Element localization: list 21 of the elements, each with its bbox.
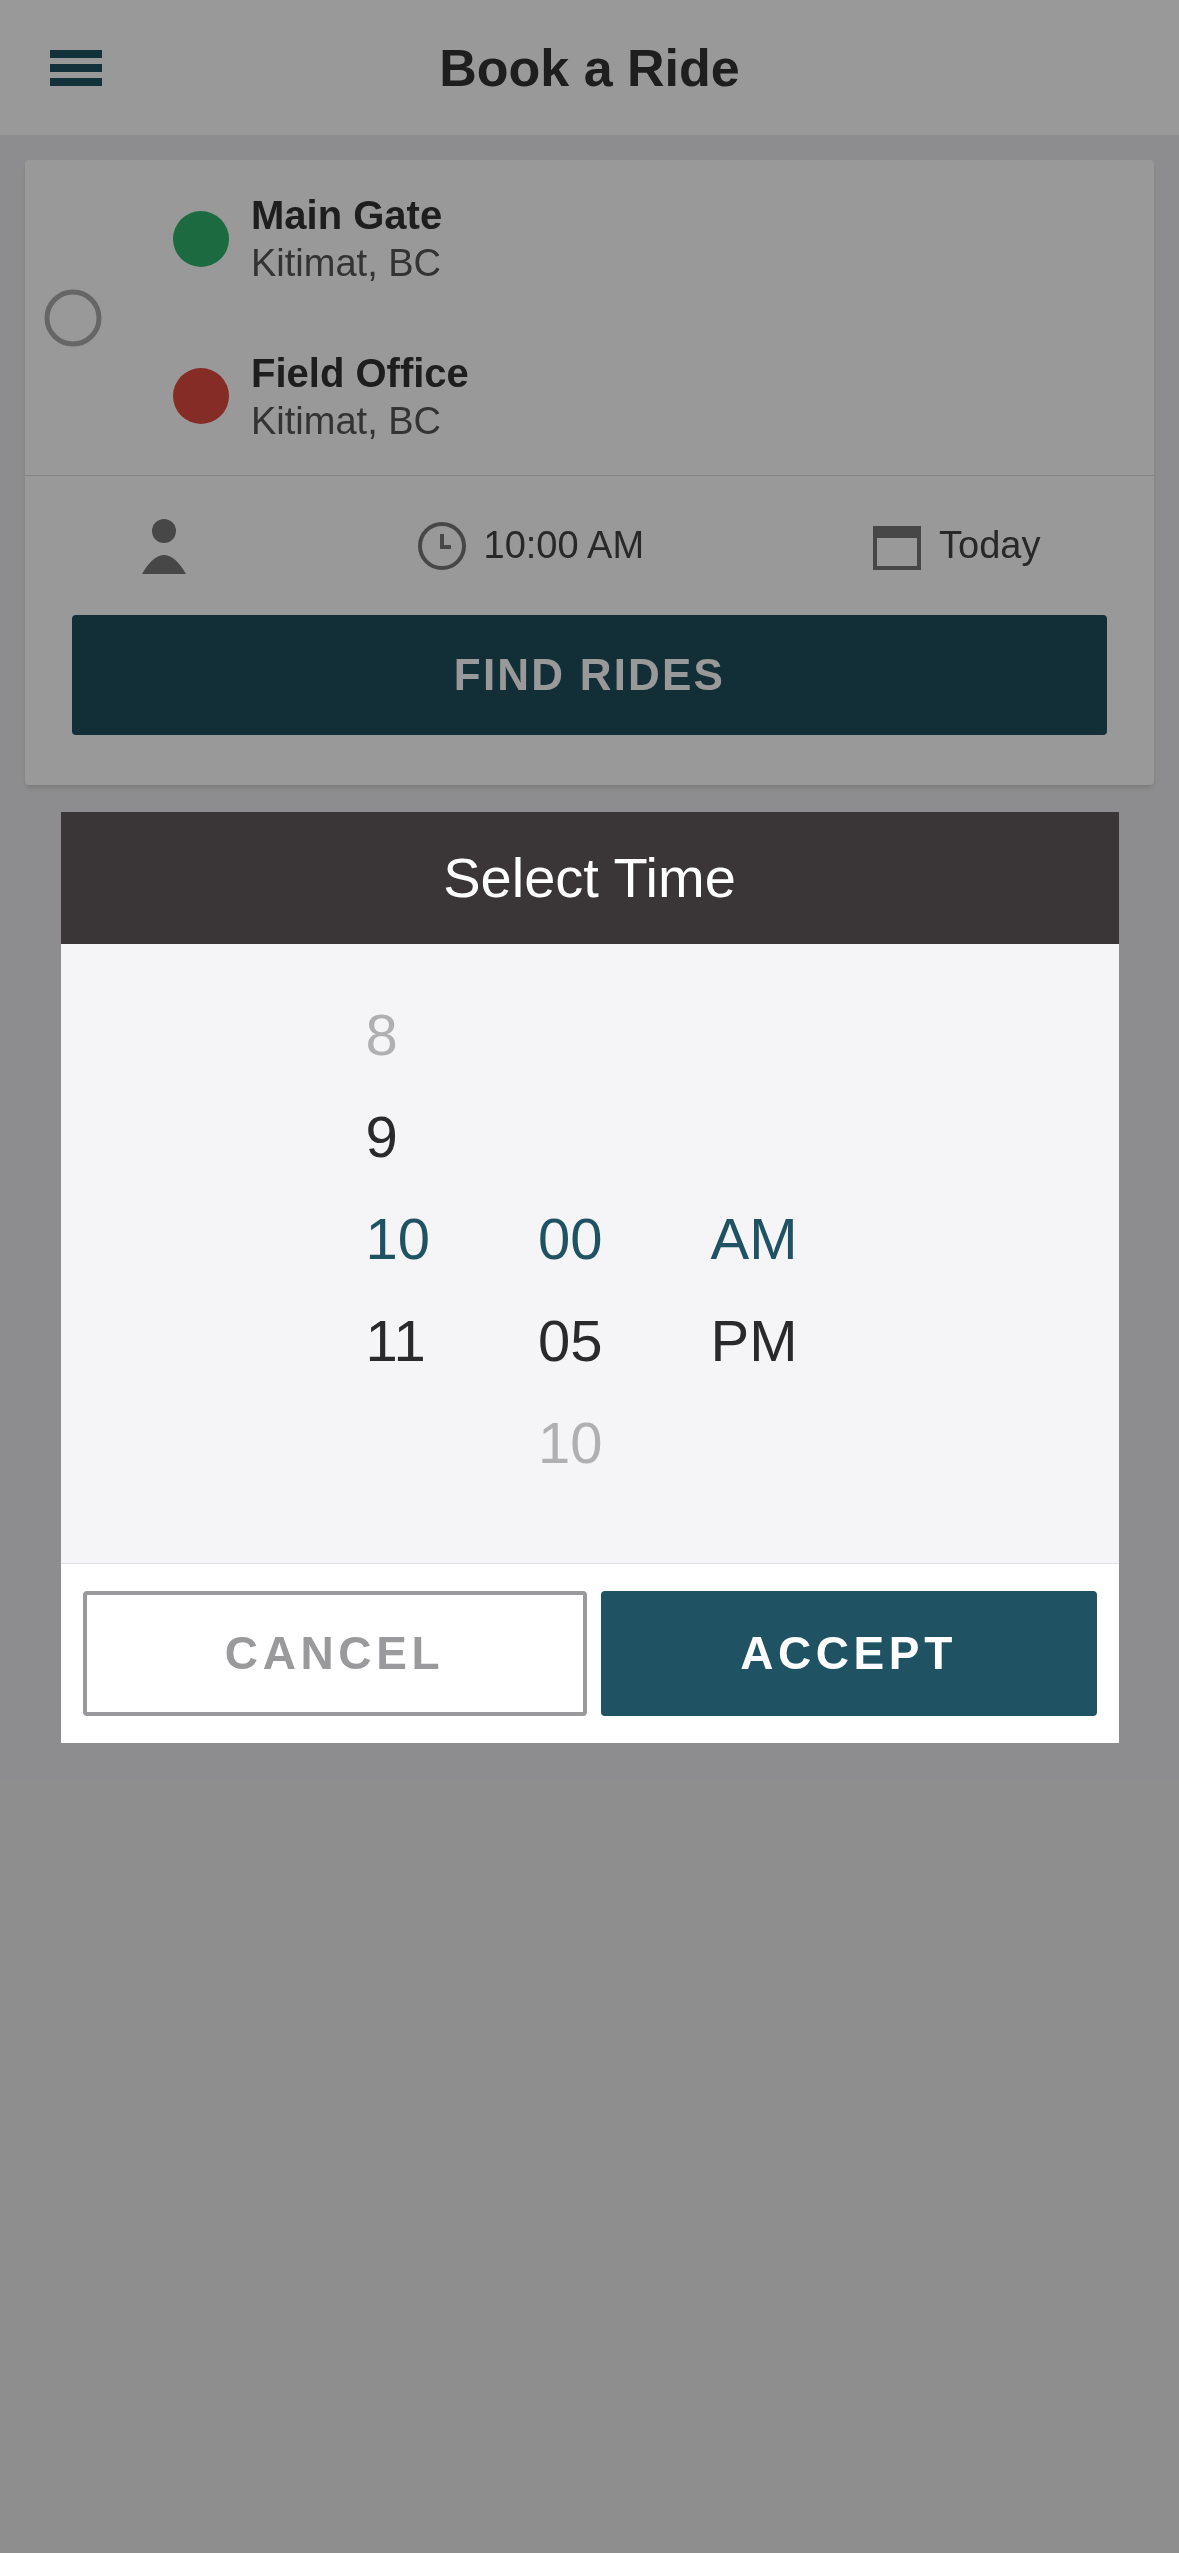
location-city: Kitimat, BC bbox=[251, 398, 443, 444]
accept-button[interactable]: ACCEPT bbox=[600, 1591, 1097, 1716]
time-option[interactable]: 10:00 AM bbox=[483, 517, 645, 574]
find-rides-button[interactable]: FIND RIDES bbox=[72, 615, 1107, 735]
picker-option[interactable]: PM bbox=[710, 1312, 798, 1370]
swap-icon[interactable] bbox=[43, 287, 103, 348]
picker-option[interactable]: AM bbox=[710, 1210, 798, 1268]
location-name: Main Gate bbox=[251, 192, 443, 239]
picker-option[interactable]: 9 bbox=[365, 1108, 398, 1166]
origin-marker-icon bbox=[173, 210, 229, 267]
picker-option[interactable]: 05 bbox=[538, 1312, 603, 1370]
picker-option[interactable]: 10 bbox=[365, 1210, 430, 1268]
picker-option[interactable]: 00 bbox=[538, 1210, 603, 1268]
location-name: Field Office bbox=[251, 349, 469, 397]
picker-option[interactable]: 11 bbox=[365, 1312, 426, 1370]
location-city: Kitimat, BC bbox=[251, 241, 443, 286]
date-option[interactable]: Today bbox=[939, 517, 1041, 574]
clock-icon bbox=[415, 519, 468, 572]
page-title: Book a Ride bbox=[439, 37, 740, 99]
dialog-title: Select Time bbox=[443, 845, 736, 911]
menu-icon[interactable] bbox=[50, 47, 102, 88]
